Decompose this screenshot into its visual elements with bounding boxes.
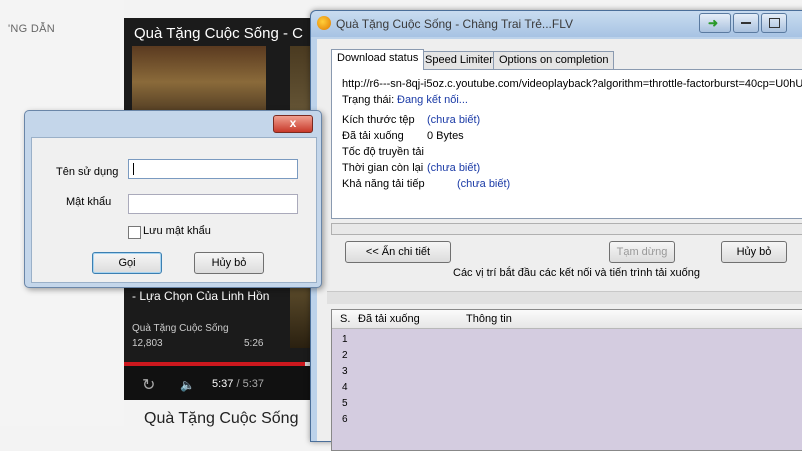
download-status-panel: http://r6---sn-8qj-i5oz.c.youtube.com/vi…: [331, 69, 802, 219]
related-video-title[interactable]: - Lựa Chọn Của Linh Hồn: [132, 290, 282, 303]
minimize-button[interactable]: [733, 13, 759, 33]
window-title: Quà Tặng Cuộc Sống - Chàng Trai Trẻ...FL…: [336, 17, 574, 31]
minimize-icon: [741, 22, 751, 24]
download-progress-bar: [331, 223, 802, 235]
video-time: 5:37 / 5:37: [212, 378, 264, 390]
time-total: / 5:37: [236, 378, 265, 390]
related-video-duration: 5:26: [244, 338, 264, 349]
time-left-value: (chưa biết): [427, 162, 481, 174]
time-current: 5:37: [212, 378, 234, 390]
video-heading: Quà Tặng Cuộc Sống: [144, 410, 299, 427]
window-titlebar[interactable]: Quà Tặng Cuộc Sống - Chàng Trai Trẻ...FL…: [311, 11, 802, 37]
time-left-label: Thời gian còn lại: [342, 162, 424, 174]
section-heading: 'NG DẪN: [8, 23, 55, 35]
connections-list[interactable]: S. Đã tải xuống Thông tin 1 2 3 4 5 6: [331, 309, 802, 451]
tab-options-on-completion[interactable]: Options on completion: [493, 51, 615, 69]
video-title[interactable]: Quà Tặng Cuộc Sống - C: [134, 25, 303, 42]
list-row-number: 3: [342, 366, 348, 377]
file-size-label: Kích thước tệp: [342, 114, 415, 126]
column-header-number[interactable]: S.: [340, 313, 350, 325]
username-label: Tên sử dụng: [56, 166, 119, 178]
list-row-number: 6: [342, 414, 348, 425]
transfer-rate-label: Tốc độ truyền tải: [342, 146, 424, 158]
text-caret: [133, 163, 134, 175]
login-dialog-body: Tên sử dụng Mật khẩu Lưu mật khẩu Gọi Hủ…: [31, 137, 317, 283]
panel-splitter[interactable]: [327, 291, 802, 304]
cancel-download-button[interactable]: Hủy bỏ: [721, 241, 787, 263]
move-to-background-button[interactable]: ➜: [699, 13, 731, 33]
remember-password-checkbox[interactable]: [128, 226, 141, 239]
submit-button[interactable]: Gọi: [92, 252, 162, 274]
maximize-button[interactable]: [761, 13, 787, 33]
tab-download-status[interactable]: Download status: [331, 49, 425, 70]
related-video-channel: Quà Tặng Cuộc Sống: [132, 323, 229, 334]
hide-details-button[interactable]: << Ẩn chi tiết: [345, 241, 451, 263]
window-body: Download status Speed Limiter Options on…: [317, 39, 802, 451]
idm-logo-icon: [317, 16, 331, 30]
list-row-number: 5: [342, 398, 348, 409]
download-window: Quà Tặng Cuộc Sống - Chàng Trai Trẻ...FL…: [310, 10, 802, 451]
resume-capability-label: Khả năng tải tiếp: [342, 178, 425, 190]
list-row-number: 2: [342, 350, 348, 361]
arrow-right-icon: ➜: [708, 16, 719, 30]
column-header-downloaded[interactable]: Đã tải xuống: [358, 313, 420, 325]
status-value: Đang kết nối...: [397, 94, 468, 106]
username-input[interactable]: [128, 159, 298, 179]
download-url: http://r6---sn-8qj-i5oz.c.youtube.com/vi…: [342, 78, 802, 90]
replay-icon[interactable]: ↻: [142, 375, 155, 395]
list-header: S. Đã tải xuống Thông tin: [332, 310, 802, 329]
pause-button[interactable]: Tạm dừng: [609, 241, 675, 263]
downloaded-value: 0 Bytes: [427, 130, 464, 142]
cancel-button[interactable]: Hủy bỏ: [194, 252, 264, 274]
login-dialog: x Tên sử dụng Mật khẩu Lưu mật khẩu Gọi …: [24, 110, 322, 288]
column-header-info[interactable]: Thông tin: [466, 313, 512, 325]
related-video-views: 12,803: [132, 338, 163, 349]
tab-speed-limiter[interactable]: Speed Limiter: [419, 51, 499, 69]
status-label: Trạng thái:: [342, 94, 395, 106]
maximize-icon: [769, 18, 780, 28]
remember-password-label[interactable]: Lưu mật khẩu: [143, 225, 211, 237]
password-label: Mật khẩu: [66, 196, 112, 208]
file-size-value: (chưa biết): [427, 114, 481, 126]
connections-info-text: Các vị trí bắt đầu các kết nối và tiến t…: [453, 267, 701, 279]
close-button[interactable]: x: [273, 115, 313, 133]
list-row-number: 4: [342, 382, 348, 393]
password-input[interactable]: [128, 194, 298, 214]
downloaded-label: Đã tải xuống: [342, 130, 404, 142]
list-row-number: 1: [342, 334, 348, 345]
resume-capability-value: (chưa biết): [457, 178, 511, 190]
volume-icon[interactable]: 🔈: [180, 378, 195, 392]
